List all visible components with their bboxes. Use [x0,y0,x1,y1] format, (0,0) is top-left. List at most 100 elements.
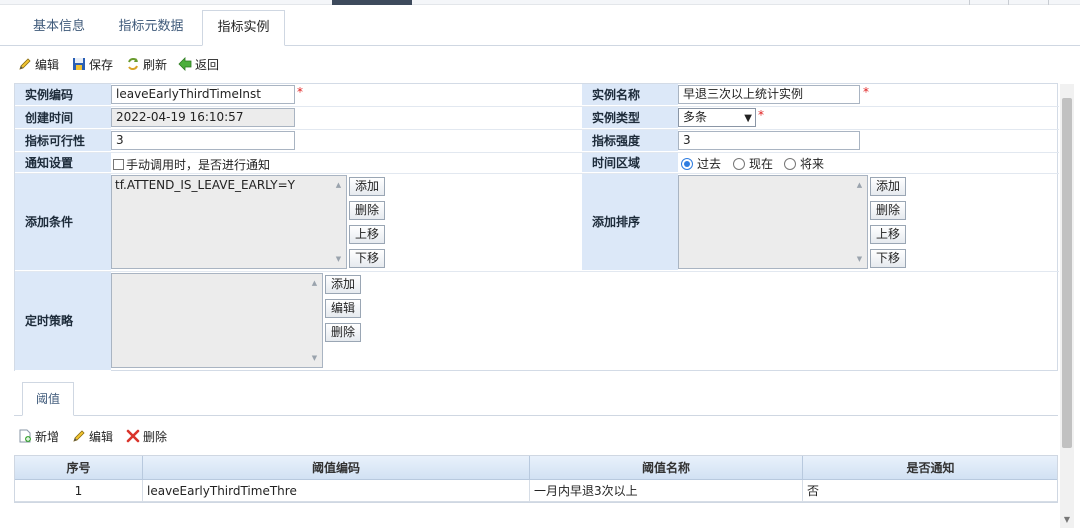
create-time-label: 创建时间 [15,106,111,129]
scroll-down-icon[interactable]: ▼ [1060,515,1074,524]
schedule-textarea[interactable]: ▲ ▼ [111,273,323,368]
condition-textarea[interactable]: tf.ATTEND_IS_LEAVE_EARLY=Y ▲ ▼ [111,175,347,269]
table-row[interactable]: 1 leaveEarlyThirdTimeThre 一月内早退3次以上 否 [15,480,1057,502]
feasibility-label: 指标可行性 [15,129,111,152]
delete-threshold-button[interactable]: 删除 [126,426,167,446]
instance-name-label: 实例名称 [582,84,678,106]
delete-button-label: 删除 [143,429,168,444]
edit-threshold-button[interactable]: 编辑 [72,426,113,446]
condition-move-up-button[interactable]: 上移 [349,225,385,244]
active-top-tab-indicator [332,0,412,5]
time-range-label: 时间区域 [582,152,678,173]
delete-x-icon [126,429,140,443]
sort-add-button[interactable]: 添加 [870,177,906,196]
tab-threshold[interactable]: 阈值 [22,382,74,416]
refresh-button-label: 刷新 [143,57,168,72]
scroll-up-icon[interactable]: ▲ [308,277,321,289]
top-nav-strip [0,0,1080,5]
save-button-label: 保存 [89,57,114,72]
required-mark: * [863,85,869,99]
column-header-code[interactable]: 阈值编码 [143,456,530,480]
back-button-label: 返回 [195,57,220,72]
scroll-down-icon[interactable]: ▼ [332,253,345,265]
instance-form: 实例编码 创建时间 指标可行性 通知设置 添加条件 定时策略 实例名称 实例类型… [14,83,1059,371]
page-scrollbar[interactable]: ▼ [1060,84,1074,528]
schedule-delete-button[interactable]: 删除 [325,323,361,342]
textarea-scrollbar[interactable]: ▲ ▼ [332,177,345,267]
required-mark: * [297,85,303,99]
condition-add-button[interactable]: 添加 [349,177,385,196]
save-button[interactable]: 保存 [72,54,113,74]
sort-delete-button[interactable]: 删除 [870,201,906,220]
save-icon [73,58,85,70]
scroll-down-icon[interactable]: ▼ [308,352,321,364]
time-range-present-radio[interactable]: 现在 [733,155,773,172]
condition-move-down-button[interactable]: 下移 [349,249,385,268]
radio-label: 将来 [800,157,825,171]
schedule-label: 定时策略 [15,271,111,371]
time-range-future-radio[interactable]: 将来 [784,155,824,172]
row-divider [15,106,1059,107]
radio-selected-icon[interactable] [681,157,693,170]
schedule-edit-button[interactable]: 编辑 [325,299,361,318]
refresh-icon [128,58,138,70]
cell-code: leaveEarlyThirdTimeThre [143,480,530,502]
instance-code-input[interactable]: leaveEarlyThirdTimeInst [111,85,295,104]
sort-move-down-button[interactable]: 下移 [870,249,906,268]
feasibility-input[interactable]: 3 [111,131,295,150]
instance-code-label: 实例编码 [15,84,111,106]
column-header-name[interactable]: 阈值名称 [530,456,803,480]
schedule-add-button[interactable]: 添加 [325,275,361,294]
notify-checkbox[interactable]: 手动调用时，是否进行通知 [113,156,270,173]
row-divider [15,173,1059,174]
edit-button-label: 编辑 [89,429,114,444]
radio-label: 现在 [749,157,774,171]
instance-type-value: 多条 [683,110,708,124]
add-sort-label: 添加排序 [582,173,678,271]
notify-setting-label: 通知设置 [15,152,111,173]
scroll-up-icon[interactable]: ▲ [853,179,866,191]
sort-move-up-button[interactable]: 上移 [870,225,906,244]
strength-input[interactable]: 3 [678,131,860,150]
create-time-input: 2022-04-19 16:10:57 [111,108,295,127]
instance-type-select[interactable]: 多条 ▼ [678,108,756,127]
column-header-index[interactable]: 序号 [15,456,143,480]
sort-textarea[interactable]: ▲ ▼ [678,175,868,269]
scrollbar-thumb[interactable] [1062,98,1072,448]
instance-name-input[interactable]: 早退三次以上统计实例 [678,85,860,104]
top-separator [969,0,970,5]
row-divider [15,271,1059,272]
add-condition-label: 添加条件 [15,173,111,271]
main-tab-bar: 基本信息 指标元数据 指标实例 [0,8,1080,46]
column-header-notify[interactable]: 是否通知 [803,456,1058,480]
edit-button[interactable]: 编辑 [18,54,59,74]
tab-indicator-metadata[interactable]: 指标元数据 [104,10,198,46]
condition-delete-button[interactable]: 删除 [349,201,385,220]
scroll-up-icon[interactable]: ▲ [332,179,345,191]
new-threshold-button[interactable]: 新增 [18,426,59,446]
edit-button-label: 编辑 [35,57,60,72]
pencil-icon [19,58,31,70]
time-range-past-radio[interactable]: 过去 [681,155,721,172]
back-button[interactable]: 返回 [178,54,219,74]
tab-basic-info[interactable]: 基本信息 [18,10,100,46]
threshold-tab-bar: 阈值 [14,380,1058,416]
radio-label: 过去 [697,157,722,171]
radio-icon[interactable] [733,157,745,170]
top-separator [1008,0,1009,5]
checkbox-box[interactable] [113,159,124,170]
radio-icon[interactable] [784,157,796,170]
new-button-label: 新增 [35,429,60,444]
pencil-icon [73,430,85,442]
table-header: 序号 阈值编码 阈值名称 是否通知 [15,456,1057,480]
cell-notify: 否 [807,484,820,498]
tab-indicator-instance[interactable]: 指标实例 [202,10,285,46]
textarea-scrollbar[interactable]: ▲ ▼ [853,177,866,267]
condition-text: tf.ATTEND_IS_LEAVE_EARLY=Y [115,178,295,192]
refresh-button[interactable]: 刷新 [126,54,167,74]
textarea-scrollbar[interactable]: ▲ ▼ [308,275,321,366]
row-divider [15,152,1059,153]
scroll-down-icon[interactable]: ▼ [853,253,866,265]
instance-type-label: 实例类型 [582,106,678,129]
threshold-table: 序号 阈值编码 阈值名称 是否通知 1 leaveEarlyThirdTimeT… [14,455,1058,503]
